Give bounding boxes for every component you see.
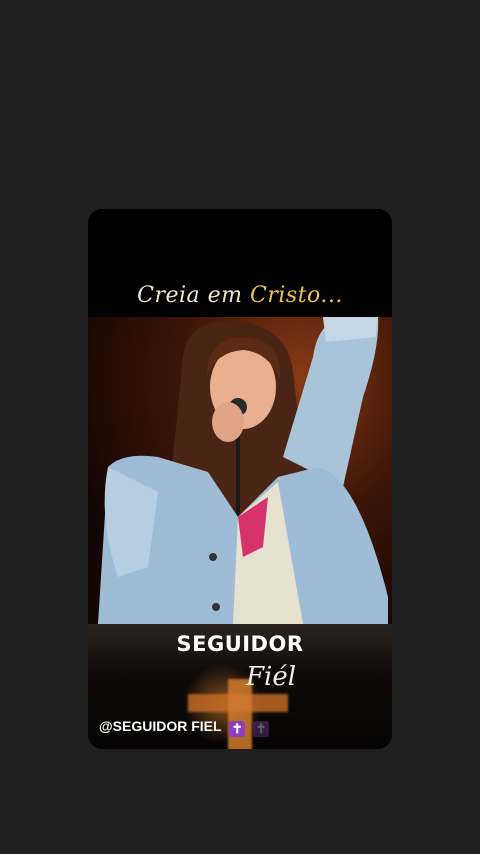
brand-title: SEGUIDOR [176,632,304,656]
overlay-title-part1: Creia em [137,283,251,308]
singer-illustration [98,317,388,624]
cross-icon: ✝ [229,721,246,737]
story-bottom-banner: SEGUIDOR Fiél @SEGUIDOR FIEL ✝ ✝ [88,624,392,749]
brand-script: Fiél [246,662,297,692]
singer-photo [88,317,392,624]
story-overlay-title: Creia em Cristo... [88,283,392,308]
account-handle[interactable]: @SEGUIDOR FIEL ✝ ✝ [99,718,270,737]
handle-text: @SEGUIDOR FIEL [99,718,222,734]
cross-icon: ✝ [253,721,270,737]
story-card[interactable]: Creia em Cristo... SEGUIDOR Fiél @SEGUID… [88,209,392,749]
overlay-title-part2: Cristo... [250,283,343,308]
